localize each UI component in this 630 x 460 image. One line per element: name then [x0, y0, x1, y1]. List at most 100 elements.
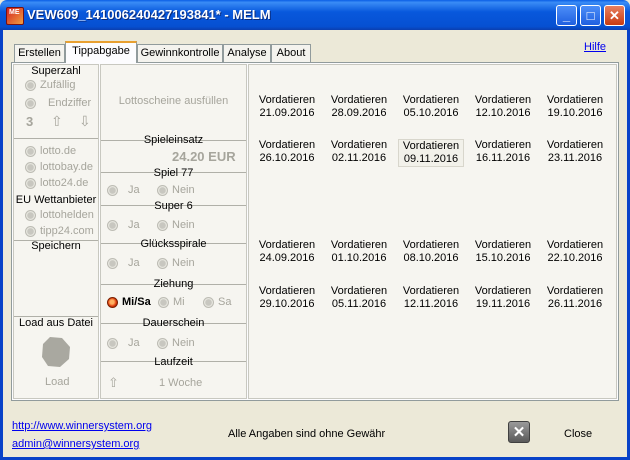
radio-icon	[25, 145, 36, 157]
maximize-button[interactable]: □	[580, 5, 601, 26]
vordatieren-label: Vordatieren	[258, 139, 316, 151]
vordatieren-label: Vordatieren	[330, 139, 388, 151]
vordatieren-label: Vordatieren	[474, 239, 532, 251]
vordatieren-label: Vordatieren	[546, 139, 604, 151]
speichern-header[interactable]: Speichern	[13, 240, 99, 252]
dauerschein-ja-radio[interactable]: Ja	[107, 337, 140, 349]
super6-nein-radio[interactable]: Nein	[157, 219, 195, 231]
vordatieren-cell[interactable]: Vordatieren 01.10.2016	[326, 239, 392, 265]
vordatieren-label: Vordatieren	[402, 285, 460, 297]
tab-gewinnkontrolle[interactable]: Gewinnkontrolle	[137, 44, 223, 62]
website-link[interactable]: http://www.winnersystem.org	[12, 420, 152, 432]
vordatieren-cell[interactable]: Vordatieren 12.11.2016	[398, 285, 464, 311]
vordatieren-label: Vordatieren	[474, 285, 532, 297]
tab-about[interactable]: About	[271, 44, 311, 62]
vordatieren-cell[interactable]: Vordatieren 05.10.2016	[398, 94, 464, 120]
vordatieren-cell[interactable]: Vordatieren 08.10.2016	[398, 239, 464, 265]
zufaellig-label: Zufällig	[40, 79, 76, 91]
vordatieren-date: 08.10.2016	[403, 252, 459, 264]
provider-lottohelden[interactable]: lottohelden	[25, 209, 94, 221]
tab-analyse[interactable]: Analyse	[223, 44, 271, 62]
gluecksspirale-nein-radio[interactable]: Nein	[157, 257, 195, 269]
provider-lotto24-de[interactable]: lotto24.de	[25, 177, 88, 189]
nein-label: Nein	[172, 219, 195, 231]
close-button[interactable]: Close	[564, 428, 592, 440]
provider-tipp24[interactable]: tipp24.com	[25, 225, 94, 237]
up-arrow-icon[interactable]: ⇧	[51, 113, 63, 130]
vordatieren-cell[interactable]: Vordatieren 23.11.2016	[542, 139, 608, 165]
endziffer-radio[interactable]: Endziffer	[25, 97, 91, 109]
gluecksspirale-ja-radio[interactable]: Ja	[107, 257, 140, 269]
ziehung-sa-label: Sa	[218, 296, 232, 308]
app-icon-text: ME	[9, 9, 20, 16]
dauerschein-nein-radio[interactable]: Nein	[157, 337, 195, 349]
vordatieren-label: Vordatieren	[546, 94, 604, 106]
down-arrow-icon[interactable]: ⇩	[79, 113, 91, 130]
minimize-button[interactable]: _	[556, 5, 577, 26]
vordatieren-cell[interactable]: Vordatieren 16.11.2016	[470, 139, 536, 165]
nein-label: Nein	[172, 257, 195, 269]
vordatieren-label: Vordatieren	[402, 239, 460, 251]
endziffer-value: 3	[26, 114, 34, 129]
ja-label: Ja	[128, 257, 140, 269]
radio-icon	[107, 184, 118, 196]
vordatieren-cell[interactable]: Vordatieren 29.10.2016	[254, 285, 320, 311]
radio-icon	[158, 296, 169, 308]
vordatieren-cell[interactable]: Vordatieren 26.10.2016	[254, 139, 320, 165]
vordatieren-cell[interactable]: Vordatieren 26.11.2016	[542, 285, 608, 311]
close-x-icon[interactable]: ✕	[508, 421, 530, 443]
provider-lottobay-de[interactable]: lottobay.de	[25, 161, 93, 173]
vordatieren-cell[interactable]: Vordatieren 24.09.2016	[254, 239, 320, 265]
vordatieren-date: 02.11.2016	[331, 152, 387, 164]
ziehung-header: Ziehung	[153, 278, 194, 290]
laufzeit-header: Laufzeit	[154, 356, 193, 368]
vordatieren-date: 28.09.2016	[331, 107, 387, 119]
vordatieren-cell[interactable]: Vordatieren 22.10.2016	[542, 239, 608, 265]
tab-tippabgabe[interactable]: Tippabgabe	[65, 41, 137, 63]
radio-icon	[25, 225, 36, 237]
vordatieren-cell[interactable]: Vordatieren 12.10.2016	[470, 94, 536, 120]
load-button[interactable]: Load	[45, 376, 69, 388]
ziehung-sa-radio[interactable]: Sa	[203, 296, 231, 308]
vordatieren-cell[interactable]: Vordatieren 02.11.2016	[326, 139, 392, 165]
vordatieren-date: 16.11.2016	[475, 152, 531, 164]
tab-erstellen[interactable]: Erstellen	[14, 44, 65, 62]
vordatieren-cell[interactable]: Vordatieren 21.09.2016	[254, 94, 320, 120]
vordatieren-cell[interactable]: Vordatieren 19.11.2016	[470, 285, 536, 311]
spiel77-header: Spiel 77	[153, 167, 194, 179]
ziehung-misa-radio[interactable]: Mi/Sa	[107, 296, 151, 308]
vordatieren-cell[interactable]: Vordatieren 19.10.2016	[542, 94, 608, 120]
email-link[interactable]: admin@winnersystem.org	[12, 438, 139, 450]
ja-label: Ja	[128, 219, 140, 231]
provider-label: tipp24.com	[40, 225, 94, 237]
provider-label: lotto24.de	[40, 177, 89, 189]
provider-lotto-de[interactable]: lotto.de	[25, 145, 76, 157]
nein-label: Nein	[172, 337, 195, 349]
radio-icon	[107, 219, 118, 231]
spieleinsatz-value: 24.20 EUR	[172, 149, 236, 164]
vordatieren-label: Vordatieren	[258, 239, 316, 251]
window-close-button[interactable]: ✕	[604, 5, 625, 26]
spiel77-ja-radio[interactable]: Ja	[107, 184, 140, 196]
vordatieren-cell[interactable]: Vordatieren 05.11.2016	[326, 285, 392, 311]
help-link[interactable]: Hilfe	[584, 41, 606, 53]
vordatieren-date: 23.11.2016	[547, 152, 603, 164]
radio-selected-icon	[107, 296, 118, 308]
lottoscheine-ausfuellen-button[interactable]: Lottoscheine ausfüllen	[101, 95, 246, 107]
vordatieren-cell[interactable]: Vordatieren 09.11.2016	[398, 139, 464, 167]
radio-icon	[157, 184, 168, 196]
spiel77-nein-radio[interactable]: Nein	[157, 184, 195, 196]
laufzeit-up-arrow-icon[interactable]: ⇧	[108, 375, 119, 391]
zufaellig-radio[interactable]: Zufällig	[25, 79, 75, 91]
load-aus-datei-header: Load aus Datei	[19, 317, 93, 329]
vordatieren-cell[interactable]: Vordatieren 15.10.2016	[470, 239, 536, 265]
radio-icon	[107, 257, 118, 269]
vordatieren-cell[interactable]: Vordatieren 28.09.2016	[326, 94, 392, 120]
vordatieren-label: Vordatieren	[474, 139, 532, 151]
folder-load-icon[interactable]	[40, 335, 72, 369]
vordatieren-date: 15.10.2016	[475, 252, 531, 264]
super6-ja-radio[interactable]: Ja	[107, 219, 140, 231]
app-icon: ME	[6, 7, 24, 25]
ziehung-mi-radio[interactable]: Mi	[158, 296, 185, 308]
endziffer-label: Endziffer	[48, 97, 92, 109]
